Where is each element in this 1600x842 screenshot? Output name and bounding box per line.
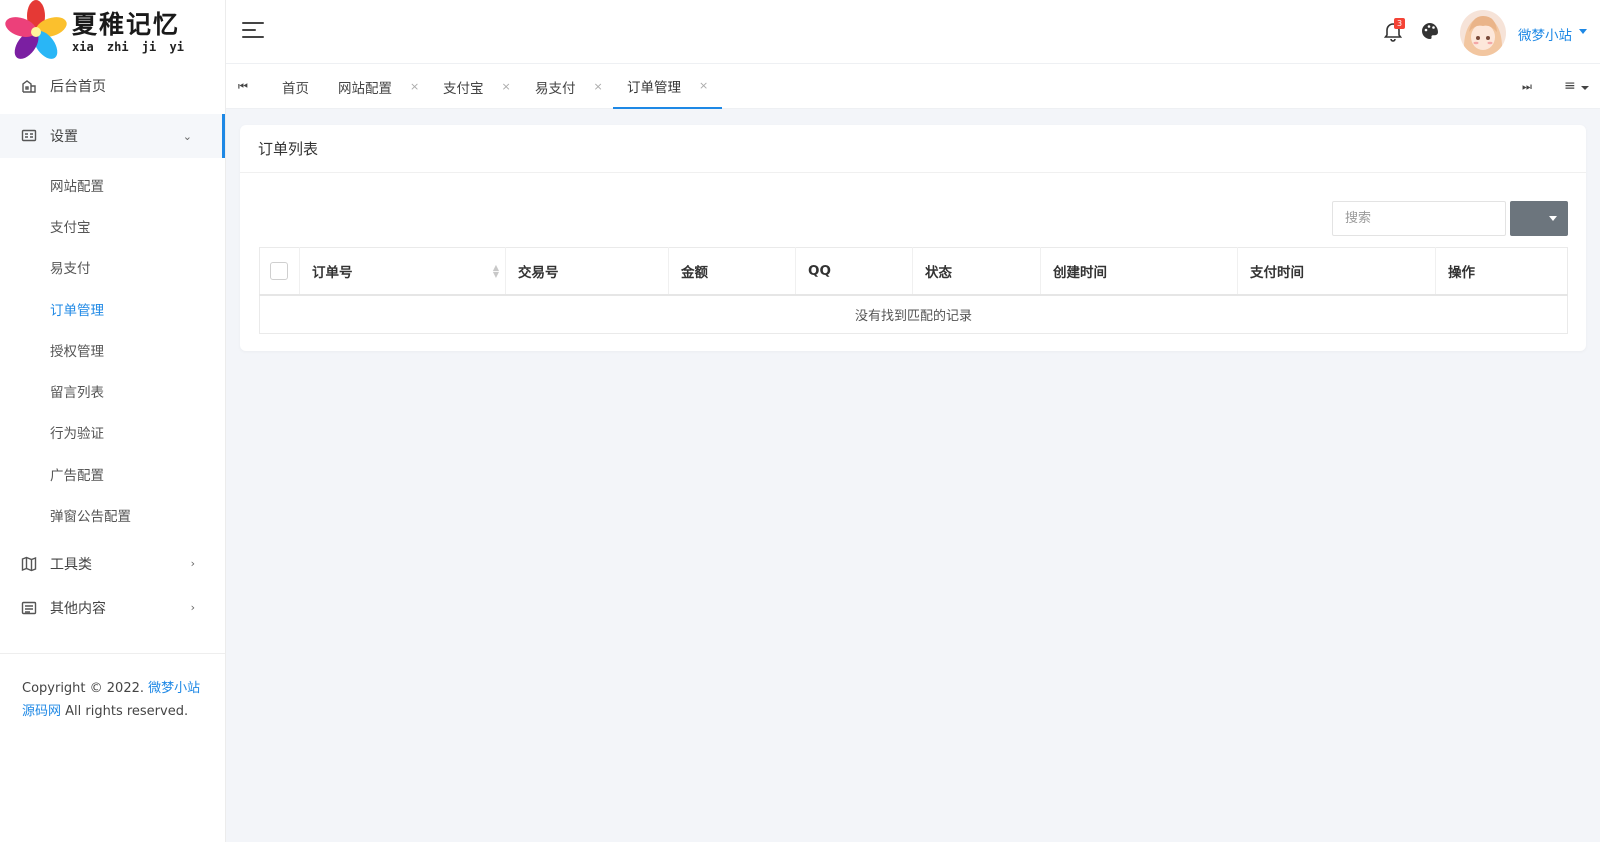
sidebar-subitem-site-config[interactable]: 网站配置 [0, 164, 225, 205]
caret-down-icon [1549, 216, 1557, 221]
sidebar-item-label: 设置 [50, 129, 78, 145]
page-tabs: ⏮ 首页 网站配置 × 支付宝 × 易支付 × 订单管理 × ⏭ ≡ [226, 64, 1600, 109]
sidebar-subitem-license-management[interactable]: 授权管理 [0, 329, 225, 370]
tab-order-management[interactable]: 订单管理 × [613, 64, 723, 109]
chevron-down-icon: ⌄ [182, 129, 192, 143]
sidebar-item-label: 其他内容 [50, 600, 106, 617]
columns-dropdown-button[interactable] [1510, 201, 1568, 236]
tab-site-config[interactable]: 网站配置 × [338, 64, 419, 109]
column-header-qq: QQ [795, 247, 913, 296]
sidebar: 夏稚记忆 xia zhi ji yi 后台首页 设置 ⌄ 网站配置 支付宝 易支… [0, 0, 226, 842]
order-list-card: 订单列表 订单号 ▲▼ 交易号 金额 QQ 状态 创建时间 支付时间 操作 [240, 125, 1586, 351]
empty-table-message: 没有找到匹配的记录 [854, 308, 972, 324]
settings-submenu: 网站配置 支付宝 易支付 订单管理 授权管理 留言列表 行为验证 广告配置 弹窗… [0, 158, 225, 542]
palette-icon[interactable] [1420, 21, 1440, 41]
sidebar-item-dashboard[interactable]: 后台首页 [0, 64, 225, 108]
flower-logo-icon [5, 0, 67, 59]
select-all-checkbox[interactable] [270, 261, 288, 280]
column-header-paid-time: 支付时间 [1237, 247, 1436, 296]
column-header-trade-no: 交易号 [505, 247, 669, 296]
username[interactable]: 微梦小站 [1518, 24, 1572, 44]
sidebar-item-other-content[interactable]: 其他内容 › [0, 586, 225, 630]
sidebar-item-settings[interactable]: 设置 ⌄ [0, 114, 225, 158]
caret-down-icon[interactable] [1579, 29, 1587, 34]
sidebar-subitem-epay[interactable]: 易支付 [0, 247, 225, 288]
close-icon[interactable]: × [699, 79, 708, 92]
chevron-right-icon: › [190, 601, 195, 615]
dashboard-icon [20, 77, 38, 95]
tab-epay[interactable]: 易支付 × [535, 64, 603, 109]
caret-down-icon[interactable] [1581, 86, 1589, 90]
column-header-created-time: 创建时间 [1040, 247, 1238, 296]
tab-alipay[interactable]: 支付宝 × [443, 64, 511, 109]
select-all-cell [259, 247, 300, 296]
close-icon[interactable]: × [502, 80, 511, 93]
search-input[interactable] [1332, 201, 1506, 236]
list-icon [20, 599, 38, 617]
sidebar-item-label: 工具类 [50, 556, 92, 573]
logo-pinyin: xia zhi ji yi [72, 39, 184, 54]
sort-icon[interactable]: ▲ ▼ [493, 264, 499, 279]
close-icon[interactable]: × [594, 80, 603, 93]
map-icon [20, 555, 38, 573]
card-title: 订单列表 [240, 125, 1586, 173]
table-header-row: 订单号 ▲ ▼ 交易号 金额 QQ 状态 创建时间 支付时间 操作 [259, 247, 1568, 296]
tab-scroll-last-icon[interactable]: ⏭ [1522, 80, 1532, 94]
logo[interactable]: 夏稚记忆 xia zhi ji yi [0, 0, 225, 64]
settings-card-icon [20, 127, 38, 145]
logo-title: 夏稚记忆 [72, 9, 181, 39]
sidebar-menu: 后台首页 设置 ⌄ 网站配置 支付宝 易支付 订单管理 授权管理 留言列表 行为… [0, 64, 225, 630]
avatar[interactable] [1460, 10, 1506, 56]
order-table: 订单号 ▲ ▼ 交易号 金额 QQ 状态 创建时间 支付时间 操作 没有找到匹配的… [259, 247, 1568, 334]
sidebar-subitem-message-list[interactable]: 留言列表 [0, 370, 225, 411]
column-header-order-no[interactable]: 订单号 ▲ ▼ [299, 247, 506, 296]
close-icon[interactable]: × [410, 80, 419, 93]
chevron-right-icon: › [190, 557, 195, 571]
copyright: Copyright © 2022. 微梦小站源码网 All rights res… [22, 681, 201, 719]
notification-badge: 3 [1394, 18, 1405, 29]
menu-toggle-icon[interactable] [242, 22, 264, 40]
sidebar-subitem-behavior-verify[interactable]: 行为验证 [0, 412, 225, 453]
tab-scroll-first-icon[interactable]: ⏮ [238, 80, 248, 94]
column-header-status: 状态 [912, 247, 1041, 296]
table-row: 没有找到匹配的记录 [260, 295, 1568, 334]
sidebar-subitem-ad-config[interactable]: 广告配置 [0, 453, 225, 494]
sidebar-item-tools[interactable]: 工具类 › [0, 542, 225, 586]
sidebar-item-label: 后台首页 [50, 79, 106, 95]
sidebar-subitem-popup-notice-config[interactable]: 弹窗公告配置 [0, 494, 225, 535]
top-header: 3 微梦小站 [226, 0, 1600, 64]
column-header-actions: 操作 [1435, 247, 1568, 296]
column-header-amount: 金额 [668, 247, 796, 296]
sidebar-subitem-order-management[interactable]: 订单管理 [0, 288, 225, 329]
sidebar-subitem-alipay[interactable]: 支付宝 [0, 205, 225, 246]
sidebar-divider [0, 653, 225, 654]
tab-options-menu-icon[interactable]: ≡ [1564, 78, 1576, 94]
tab-home[interactable]: 首页 [282, 64, 309, 109]
